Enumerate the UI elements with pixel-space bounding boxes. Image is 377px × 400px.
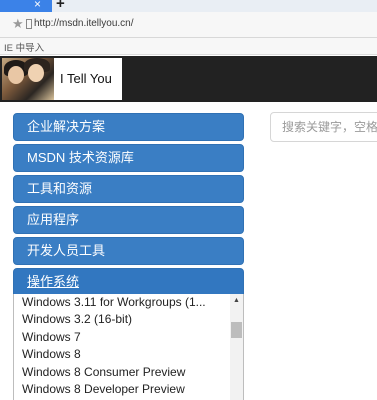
favorites-bar: IE 中导入 bbox=[0, 38, 377, 55]
nav-item-label: MSDN 技术资源库 bbox=[27, 150, 134, 165]
os-list: Windows 3.11 for Workgroups (1... Window… bbox=[22, 294, 230, 398]
browser-tab[interactable]: × bbox=[0, 0, 52, 12]
os-list-panel: Windows 3.11 for Workgroups (1... Window… bbox=[13, 294, 244, 400]
page-icon bbox=[26, 19, 32, 29]
nav-item-msdn-library[interactable]: MSDN 技术资源库 bbox=[13, 144, 244, 172]
nav-item-tools[interactable]: 工具和资源 bbox=[13, 175, 244, 203]
logo-image bbox=[2, 58, 54, 100]
site-logo[interactable]: I Tell You bbox=[2, 58, 122, 100]
site-header: I Tell You bbox=[0, 56, 377, 102]
nav-item-label: 应用程序 bbox=[27, 212, 80, 227]
nav-item-operating-systems[interactable]: 操作系统 bbox=[13, 268, 244, 296]
nav-item-applications[interactable]: 应用程序 bbox=[13, 206, 244, 234]
list-item[interactable]: Windows 8 Consumer Preview bbox=[22, 364, 230, 381]
favorites-import-link[interactable]: IE 中导入 bbox=[4, 40, 44, 54]
search-box bbox=[270, 112, 377, 142]
list-item[interactable]: Windows 8 bbox=[22, 346, 230, 363]
nav-item-label: 开发人员工具 bbox=[27, 243, 106, 258]
url-field[interactable]: http://msdn.itellyou.cn/ bbox=[34, 18, 134, 29]
list-item[interactable]: Windows 3.2 (16-bit) bbox=[22, 311, 230, 328]
nav-item-label: 操作系统 bbox=[27, 274, 80, 289]
scroll-up-icon[interactable]: ▲ bbox=[233, 297, 240, 304]
logo-figure-face bbox=[28, 64, 44, 82]
nav-item-enterprise[interactable]: 企业解决方案 bbox=[13, 113, 244, 141]
nav-item-label: 工具和资源 bbox=[27, 181, 93, 196]
browser-tab-bar: × + bbox=[0, 0, 377, 12]
list-item[interactable]: Windows 7 bbox=[22, 329, 230, 346]
new-tab-button[interactable]: + bbox=[56, 0, 65, 12]
list-item[interactable]: Windows 3.11 for Workgroups (1... bbox=[22, 294, 230, 311]
logo-figure-face bbox=[8, 66, 24, 84]
address-bar: ★ http://msdn.itellyou.cn/ bbox=[0, 12, 377, 38]
close-tab-icon[interactable]: × bbox=[34, 0, 41, 11]
logo-text: I Tell You bbox=[60, 71, 112, 86]
os-list-scrollbar[interactable]: ▲ bbox=[230, 294, 243, 400]
category-nav: 企业解决方案 MSDN 技术资源库 工具和资源 应用程序 开发人员工具 操作系统 bbox=[13, 113, 244, 296]
nav-item-label: 企业解决方案 bbox=[27, 119, 106, 134]
scroll-thumb[interactable] bbox=[231, 322, 242, 338]
search-input[interactable] bbox=[271, 113, 377, 141]
star-icon[interactable]: ★ bbox=[12, 16, 24, 32]
list-item[interactable]: Windows 8 Developer Preview bbox=[22, 381, 230, 398]
nav-item-developer-tools[interactable]: 开发人员工具 bbox=[13, 237, 244, 265]
